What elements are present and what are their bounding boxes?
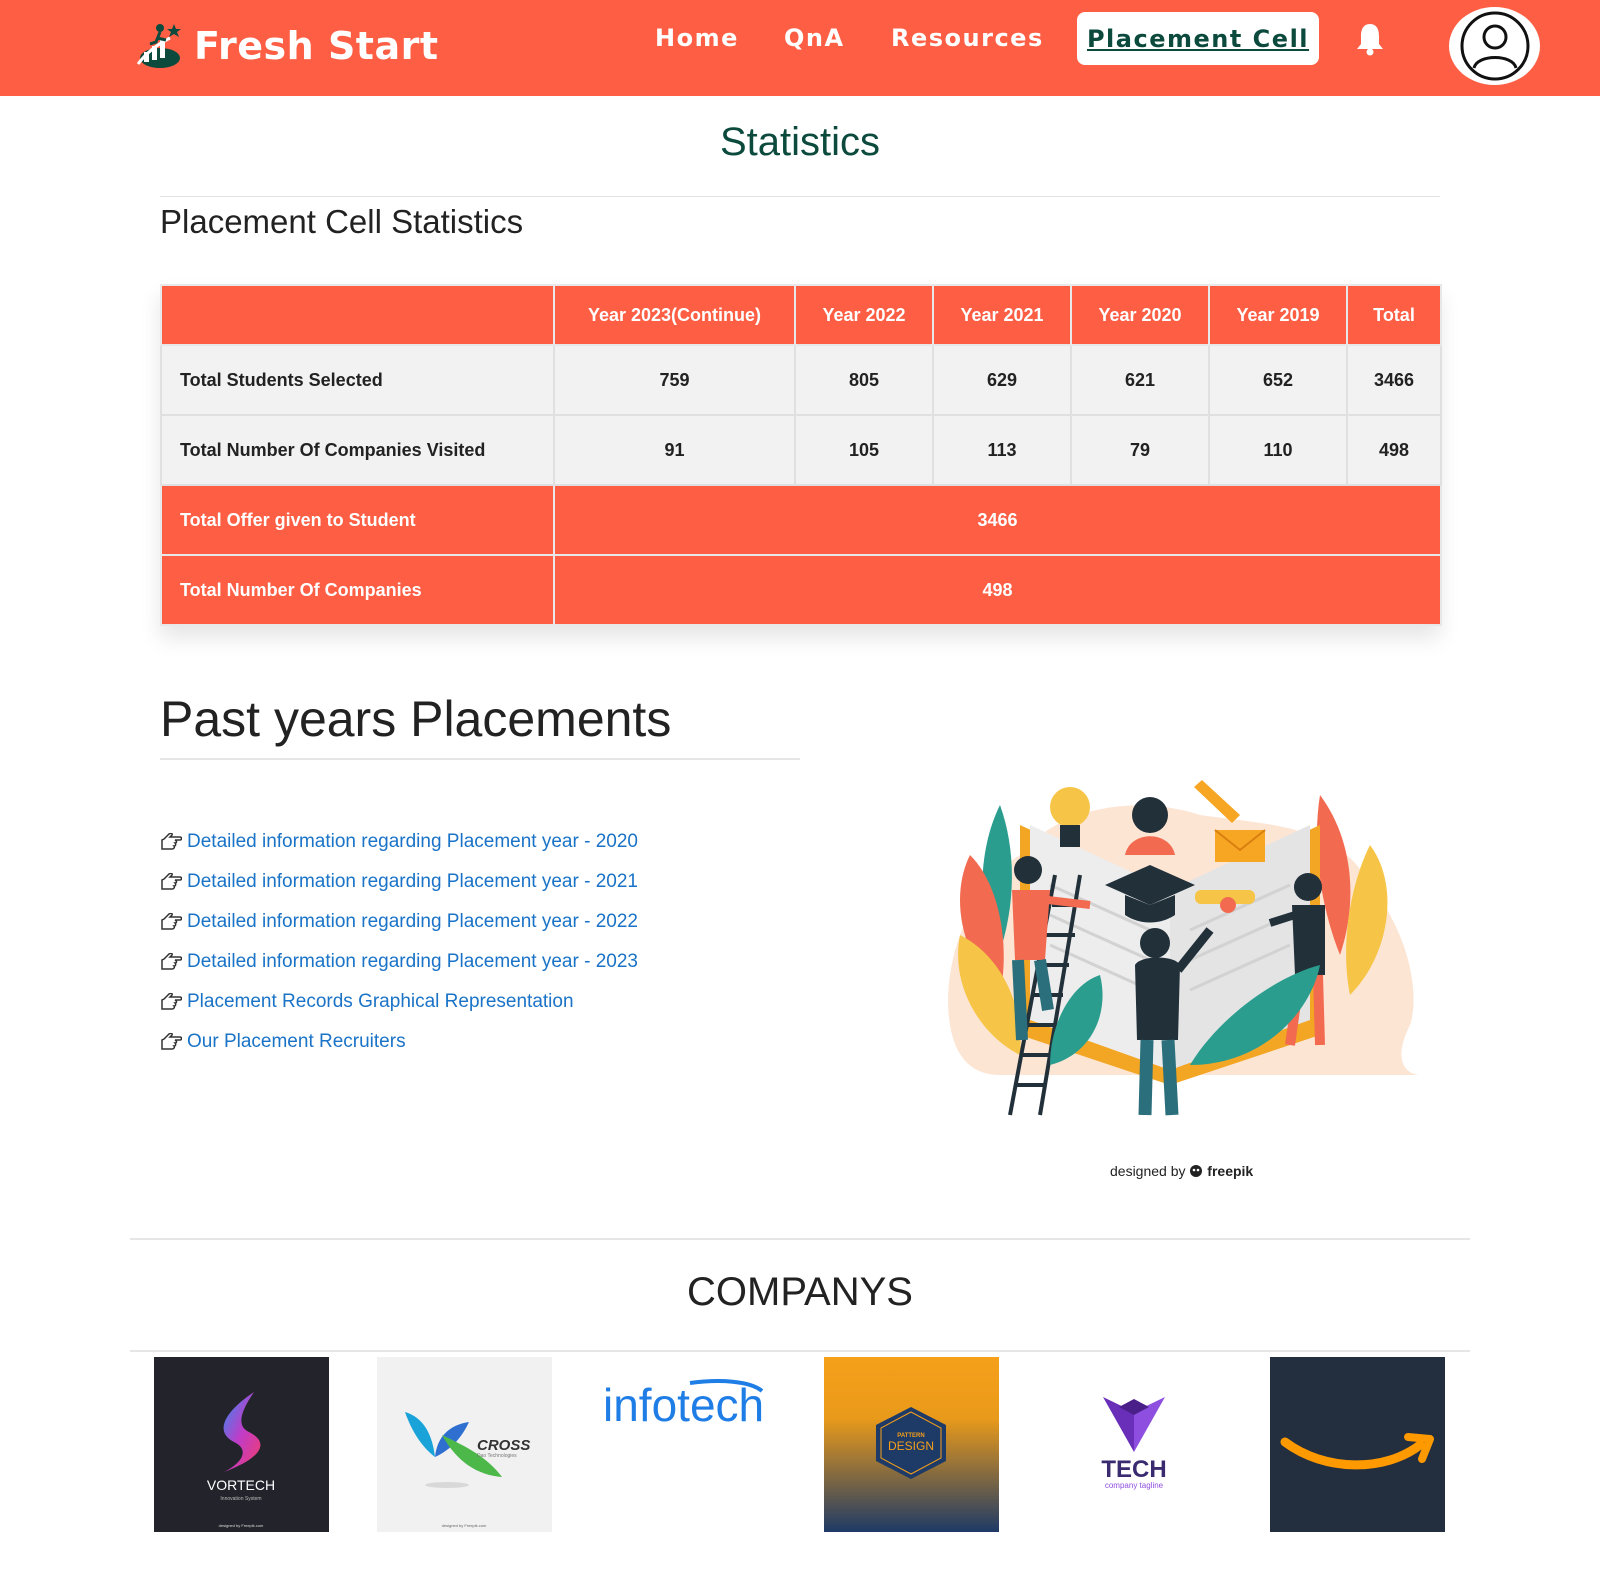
- divider: [160, 758, 800, 760]
- placement-link-2020[interactable]: Detailed information regarding Placement…: [160, 822, 638, 862]
- row-label: Total Offer given to Student: [160, 484, 555, 556]
- table-header-cell: Year 2023(Continue): [553, 284, 796, 346]
- row-label: Total Number Of Companies: [160, 554, 555, 626]
- vortech-logo-subtext: Innovation System: [220, 1496, 261, 1502]
- brand[interactable]: Fresh Start: [130, 18, 439, 74]
- company-logo-tech[interactable]: TECH company tagline: [1047, 1357, 1222, 1532]
- hand-pointer-icon: [161, 833, 182, 850]
- hand-pointer-icon: [161, 913, 182, 930]
- summary-cell: 498: [553, 554, 1442, 626]
- table-header-cell: Year 2020: [1070, 284, 1210, 346]
- table-header-cell: Year 2021: [932, 284, 1072, 346]
- tech-logo-subtext: company tagline: [1105, 1481, 1164, 1490]
- infotech-logo-text: infotech: [603, 1379, 764, 1431]
- nav-resources-link[interactable]: Resources: [891, 24, 1044, 52]
- table-cell: 759: [553, 344, 796, 416]
- link-label: Placement Records Graphical Representati…: [187, 991, 574, 1012]
- navbar: Fresh Start Home QnA Resources Placement…: [0, 0, 1600, 96]
- vortech-logo-text: VORTECH: [207, 1477, 275, 1493]
- table-cell: 110: [1208, 414, 1348, 486]
- placement-link-2022[interactable]: Detailed information regarding Placement…: [160, 902, 638, 942]
- company-logo-pattern-design[interactable]: PATTERN DESIGN: [824, 1357, 999, 1532]
- company-logo-infotech[interactable]: infotech: [600, 1357, 775, 1532]
- bell-icon[interactable]: [1355, 22, 1385, 56]
- hand-pointer-icon: [161, 1033, 182, 1050]
- hand-pointer-icon: [161, 953, 182, 970]
- table-cell: 652: [1208, 344, 1348, 416]
- vortech-logo-icon: VORTECH Innovation System designed by Fr…: [207, 1392, 275, 1528]
- page-title: Statistics: [719, 120, 881, 164]
- image-credit: designed by freepik: [1110, 1163, 1253, 1179]
- user-icon: [1460, 11, 1529, 81]
- company-logo-smile[interactable]: [1270, 1357, 1445, 1532]
- placement-link-2023[interactable]: Detailed information regarding Placement…: [160, 942, 638, 982]
- cross-logo-subtext: Dao Technologies: [477, 1453, 517, 1459]
- vortech-logo-credit: designed by Freepik.com: [219, 1523, 264, 1528]
- row-label: Total Students Selected: [160, 344, 555, 416]
- table-cell: 113: [932, 414, 1072, 486]
- tech-logo-icon: TECH company tagline: [1101, 1397, 1167, 1490]
- table-cell: 3466: [1346, 344, 1442, 416]
- table-cell: 629: [932, 344, 1072, 416]
- summary-row: Total Number Of Companies 498: [160, 554, 1442, 626]
- infotech-logo-icon: infotech: [603, 1379, 764, 1431]
- hand-pointer-icon: [161, 873, 182, 890]
- link-label: Detailed information regarding Placement…: [187, 911, 638, 932]
- stats-table-container: Year 2023(Continue) Year 2022 Year 2021 …: [160, 284, 1442, 626]
- table-header-cell: Year 2022: [794, 284, 934, 346]
- table-cell: 79: [1070, 414, 1210, 486]
- company-logo-vortech[interactable]: VORTECH Innovation System designed by Fr…: [154, 1357, 329, 1532]
- credit-brand: freepik: [1207, 1163, 1254, 1179]
- brand-name: Fresh Start: [194, 24, 439, 68]
- companies-title: COMPANYS: [687, 1270, 913, 1314]
- link-label: Detailed information regarding Placement…: [187, 831, 638, 852]
- tech-logo-text: TECH: [1101, 1456, 1166, 1483]
- education-illustration: [948, 780, 1420, 1116]
- divider: [160, 196, 1440, 197]
- smile-arrow-logo-icon: [1280, 1433, 1434, 1470]
- table-header-cell: Total: [1346, 284, 1442, 346]
- pattern-design-logo-icon: PATTERN DESIGN: [876, 1407, 946, 1479]
- cross-logo-credit: designed by Freepik.com: [442, 1523, 487, 1528]
- brand-logo-icon: [136, 24, 181, 68]
- placement-links-list: Detailed information regarding Placement…: [160, 822, 638, 1062]
- divider: [130, 1238, 1470, 1240]
- freepik-logo-icon: [1190, 1165, 1203, 1177]
- placement-link-2021[interactable]: Detailed information regarding Placement…: [160, 862, 638, 902]
- pattern-design-logo-text: DESIGN: [888, 1439, 934, 1453]
- past-placements-title: Past years Placements: [160, 691, 672, 747]
- table-cell: 498: [1346, 414, 1442, 486]
- table-row: Total Number Of Companies Visited 91 105…: [160, 414, 1442, 486]
- nav-qna-link[interactable]: QnA: [784, 24, 845, 52]
- placement-graph-link[interactable]: Placement Records Graphical Representati…: [160, 982, 638, 1022]
- nav-placement-cell-link[interactable]: Placement Cell: [1077, 12, 1319, 65]
- user-avatar-button[interactable]: [1449, 7, 1540, 85]
- credit-prefix: designed by: [1110, 1163, 1186, 1179]
- company-logo-cross[interactable]: CROSS Dao Technologies designed by Freep…: [377, 1357, 552, 1532]
- table-row: Total Students Selected 759 805 629 621 …: [160, 344, 1442, 416]
- hand-pointer-icon: [161, 993, 182, 1010]
- table-cell: 621: [1070, 344, 1210, 416]
- recruiters-link[interactable]: Our Placement Recruiters: [160, 1022, 638, 1062]
- cross-logo-icon: CROSS Dao Technologies designed by Freep…: [405, 1412, 530, 1528]
- link-label: Detailed information regarding Placement…: [187, 951, 638, 972]
- summary-cell: 3466: [553, 484, 1442, 556]
- row-label: Total Number Of Companies Visited: [160, 414, 555, 486]
- link-label: Detailed information regarding Placement…: [187, 871, 638, 892]
- summary-row: Total Offer given to Student 3466: [160, 484, 1442, 556]
- cross-logo-text: CROSS: [477, 1437, 530, 1454]
- table-cell: 105: [794, 414, 934, 486]
- section-subtitle: Placement Cell Statistics: [160, 203, 524, 240]
- table-header-row: Year 2023(Continue) Year 2022 Year 2021 …: [160, 284, 1442, 346]
- divider: [130, 1350, 1470, 1352]
- table-header-cell: [160, 284, 555, 346]
- stats-table: Year 2023(Continue) Year 2022 Year 2021 …: [160, 284, 1442, 626]
- table-cell: 805: [794, 344, 934, 416]
- link-label: Our Placement Recruiters: [187, 1031, 406, 1052]
- table-header-cell: Year 2019: [1208, 284, 1348, 346]
- nav-home-link[interactable]: Home: [655, 24, 739, 52]
- table-cell: 91: [553, 414, 796, 486]
